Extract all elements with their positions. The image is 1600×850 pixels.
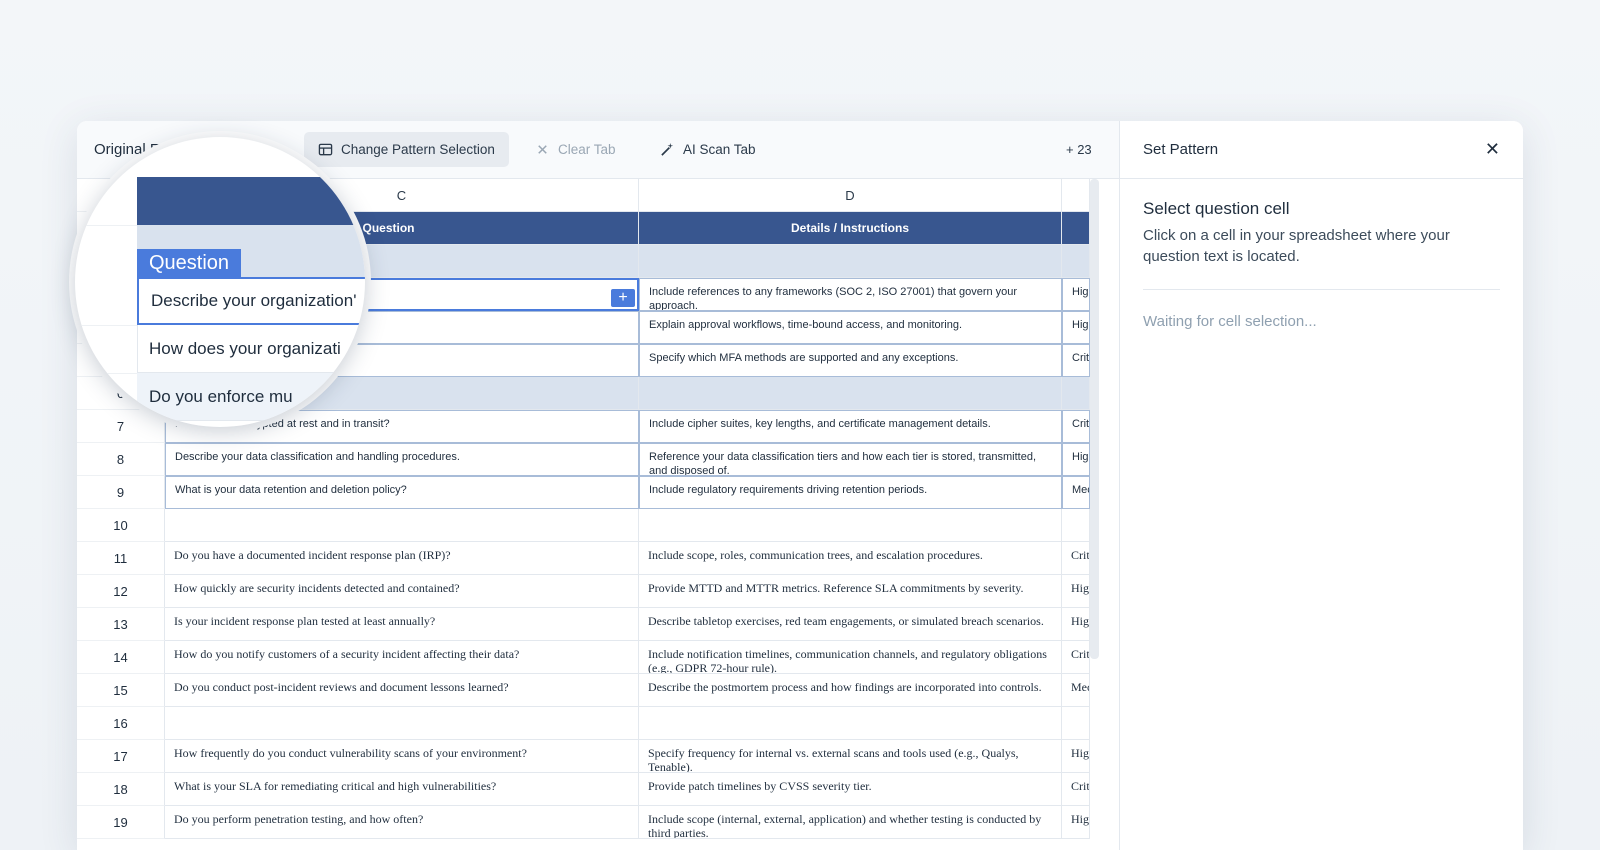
details-header-cell[interactable]: Details / Instructions <box>639 212 1062 245</box>
mag-cell[interactable]: Do you enforce mu <box>137 373 365 421</box>
question-cell[interactable]: How quickly are security incidents detec… <box>165 575 639 608</box>
divider <box>1143 289 1500 290</box>
row-number[interactable]: 17 <box>77 740 165 773</box>
priority-header-cell[interactable] <box>1062 212 1090 245</box>
row-number[interactable]: 10 <box>77 509 165 542</box>
question-cell[interactable]: Do you perform penetration testing, and … <box>165 806 639 839</box>
row-number[interactable]: 8 <box>77 443 165 476</box>
priority-cell[interactable]: High <box>1062 443 1090 476</box>
details-cell[interactable]: Specify frequency for internal vs. exter… <box>639 740 1062 773</box>
clear-tab-button[interactable]: Clear Tab <box>521 132 630 167</box>
row-number[interactable]: 12 <box>77 575 165 608</box>
details-cell[interactable]: Explain approval workflows, time-bound a… <box>639 311 1062 344</box>
priority-cell[interactable]: High <box>1062 575 1090 608</box>
mag-row-number <box>75 177 138 226</box>
question-cell[interactable]: How frequently do you conduct vulnerabil… <box>165 740 639 773</box>
details-cell[interactable]: Include scope (internal, external, appli… <box>639 806 1062 839</box>
panel-description: Click on a cell in your spreadsheet wher… <box>1143 227 1450 265</box>
mag-row-number <box>75 325 138 374</box>
close-icon[interactable]: ✕ <box>1485 139 1500 160</box>
details-cell[interactable]: Include notification timelines, communic… <box>639 641 1062 674</box>
row-number[interactable]: 14 <box>77 641 165 674</box>
question-cell[interactable] <box>165 509 639 542</box>
col-d-header[interactable]: D <box>639 179 1062 212</box>
details-cell[interactable]: Provide MTTD and MTTR metrics. Reference… <box>639 575 1062 608</box>
magic-wand-icon <box>661 142 674 156</box>
section-cell[interactable] <box>1062 245 1090 278</box>
priority-cell[interactable]: Criti <box>1062 344 1090 377</box>
priority-cell[interactable]: Criti <box>1062 542 1090 575</box>
ai-scan-label: AI Scan Tab <box>683 142 756 157</box>
row-number[interactable]: 18 <box>77 773 165 806</box>
mag-cell[interactable]: How does your organizati <box>137 325 365 373</box>
row-number[interactable]: 16 <box>77 707 165 740</box>
priority-cell[interactable] <box>1062 707 1090 740</box>
magnifier-lens: Question Describe your organization' How… <box>75 137 365 427</box>
question-cell[interactable]: Do you have a documented incident respon… <box>165 542 639 575</box>
mag-row-number <box>75 277 138 326</box>
mag-selected-cell[interactable]: Describe your organization' <box>137 277 365 325</box>
details-cell[interactable] <box>639 377 1062 410</box>
question-cell[interactable]: How do you notify customers of a securit… <box>165 641 639 674</box>
priority-cell[interactable]: High <box>1062 608 1090 641</box>
priority-cell[interactable] <box>1062 377 1090 410</box>
priority-cell[interactable]: Mec <box>1062 674 1090 707</box>
question-tag: Question <box>137 249 242 277</box>
waiting-status: Waiting for cell selection... <box>1143 313 1317 330</box>
panel-title: Set Pattern <box>1143 141 1219 158</box>
priority-cell[interactable]: Mec <box>1062 476 1090 509</box>
question-cell[interactable] <box>165 707 639 740</box>
details-cell[interactable]: Include references to any frameworks (SO… <box>639 278 1062 311</box>
mag-header-band <box>137 177 365 225</box>
details-cell[interactable]: Provide patch timelines by CVSS severity… <box>639 773 1062 806</box>
clear-tab-label: Clear Tab <box>558 142 616 157</box>
row-number[interactable]: 15 <box>77 674 165 707</box>
details-cell[interactable]: Include regulatory requirements driving … <box>639 476 1062 509</box>
priority-cell[interactable]: High <box>1062 311 1090 344</box>
priority-cell[interactable]: Criti <box>1062 410 1090 443</box>
row-number[interactable]: 11 <box>77 542 165 575</box>
details-cell[interactable]: Include scope, roles, communication tree… <box>639 542 1062 575</box>
more-tabs-count[interactable]: + 23 <box>1066 142 1092 157</box>
details-cell[interactable] <box>639 509 1062 542</box>
panel-heading: Select question cell <box>1143 199 1290 218</box>
add-cell-button[interactable]: + <box>611 289 635 307</box>
question-cell[interactable]: Describe your data classification and ha… <box>165 443 639 476</box>
details-cell[interactable]: Describe tabletop exercises, red team en… <box>639 608 1062 641</box>
details-cell[interactable]: Include cipher suites, key lengths, and … <box>639 410 1062 443</box>
priority-cell[interactable] <box>1062 509 1090 542</box>
row-number[interactable]: 19 <box>77 806 165 839</box>
priority-cell[interactable]: High <box>1062 740 1090 773</box>
mag-row-number: 6 <box>75 373 138 422</box>
question-cell[interactable]: Is your incident response plan tested at… <box>165 608 639 641</box>
vertical-scrollbar[interactable] <box>1090 179 1099 659</box>
details-cell[interactable]: Reference your data classification tiers… <box>639 443 1062 476</box>
details-cell[interactable]: Describe the postmortem process and how … <box>639 674 1062 707</box>
priority-cell[interactable]: Criti <box>1062 641 1090 674</box>
section-cell[interactable] <box>639 245 1062 278</box>
priority-cell[interactable]: Criti <box>1062 773 1090 806</box>
details-cell[interactable] <box>639 707 1062 740</box>
row-number[interactable]: 13 <box>77 608 165 641</box>
set-pattern-panel: Set Pattern ✕ Select question cell Click… <box>1119 121 1523 850</box>
close-icon <box>538 145 547 154</box>
question-cell[interactable]: What is your SLA for remediating critica… <box>165 773 639 806</box>
priority-cell[interactable]: High <box>1062 806 1090 839</box>
ai-scan-button[interactable]: AI Scan Tab <box>646 132 770 167</box>
row-number[interactable]: 9 <box>77 476 165 509</box>
col-e-header[interactable] <box>1062 179 1090 212</box>
priority-cell[interactable]: High <box>1062 278 1090 311</box>
question-cell[interactable]: What is your data retention and deletion… <box>165 476 639 509</box>
question-cell[interactable]: Do you conduct post-incident reviews and… <box>165 674 639 707</box>
details-cell[interactable]: Specify which MFA methods are supported … <box>639 344 1062 377</box>
